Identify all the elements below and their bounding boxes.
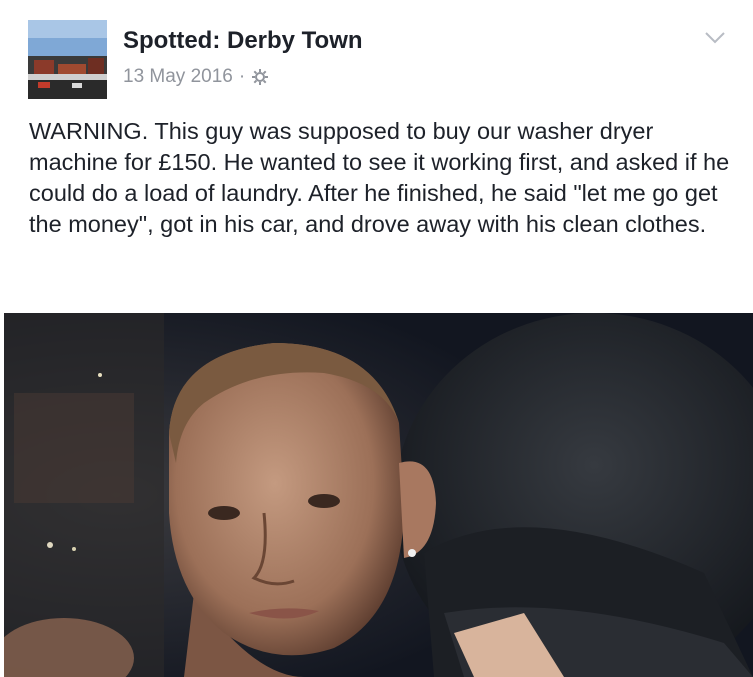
meta-separator: · [238, 66, 246, 87]
chevron-down-icon[interactable] [704, 30, 726, 46]
page-avatar[interactable] [28, 20, 107, 99]
post-date[interactable]: 13 May 2016 [123, 66, 233, 88]
photo-image [4, 313, 753, 677]
gear-icon[interactable] [251, 68, 269, 86]
post-body-text: WARNING. This guy was supposed to buy ou… [29, 118, 730, 237]
post-meta: 13 May 2016 · [123, 66, 269, 88]
facebook-post: Spotted: Derby Town 13 May 2016 · WARNIN… [0, 0, 753, 677]
avatar-image [28, 20, 107, 99]
page-name-link[interactable]: Spotted: Derby Town [123, 27, 363, 55]
post-photo[interactable] [4, 313, 753, 677]
